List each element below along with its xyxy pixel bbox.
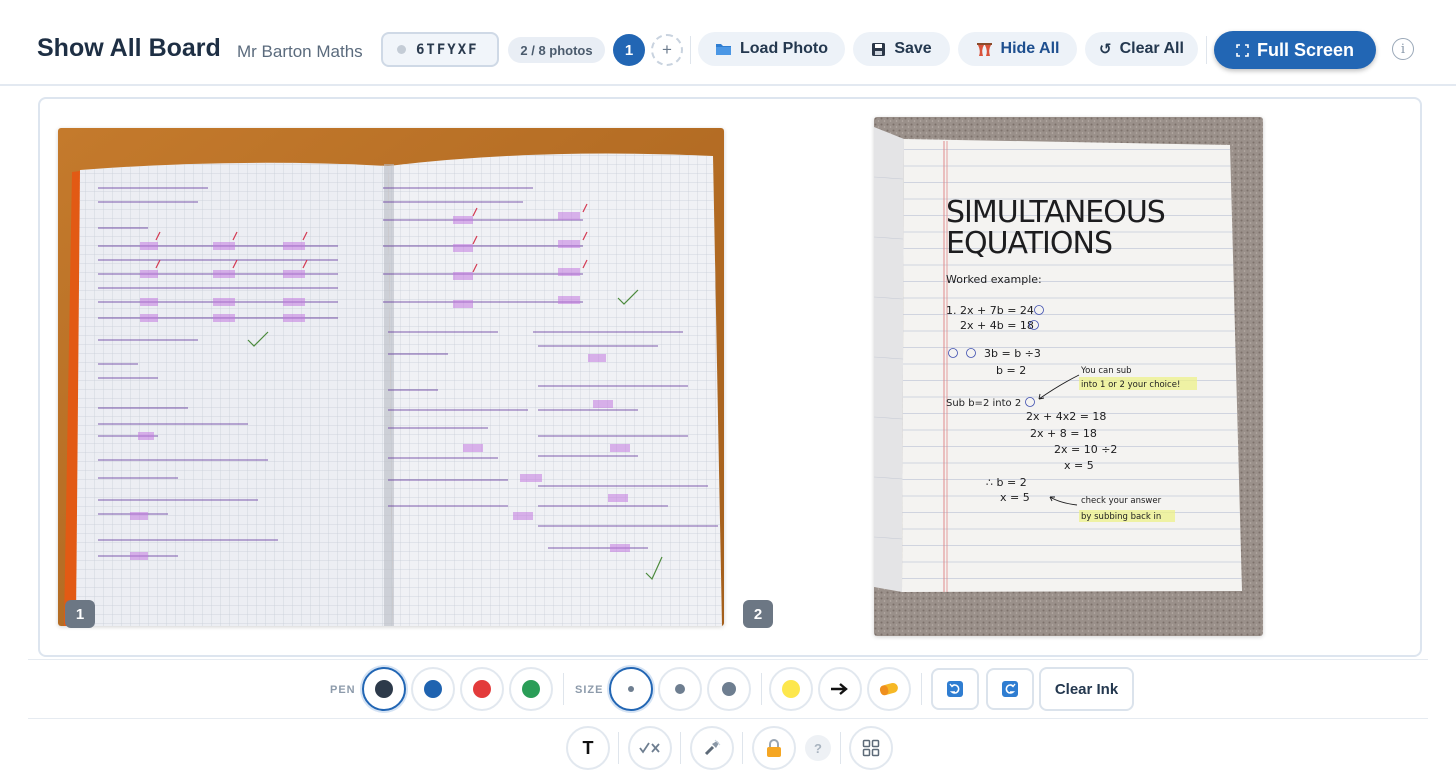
sub-label: Sub b=2 into 2 bbox=[946, 398, 1021, 409]
load-photo-label: Load Photo bbox=[740, 40, 828, 57]
working-2: 2x + 8 = 18 bbox=[1030, 427, 1097, 440]
working-3: 2x = 10 ÷2 bbox=[1054, 443, 1117, 456]
note-1-line-2: into 1 or 2 your choice! bbox=[1081, 380, 1180, 390]
step-1: 3b = b ÷3 bbox=[984, 347, 1041, 360]
photos-count-badge: 2 / 8 photos bbox=[508, 37, 605, 63]
step-2: b = 2 bbox=[996, 364, 1026, 377]
full-screen-label: Full Screen bbox=[1256, 39, 1355, 60]
simultaneous-equations-image: SIMULTANEOUS EQUATIONS Worked example: 1… bbox=[874, 117, 1263, 636]
top-header: Show All Board Mr Barton Maths 6TFYXF 2 … bbox=[0, 0, 1456, 86]
heading-equations: EQUATIONS bbox=[946, 226, 1112, 261]
equation-1: 1. 2x + 7b = 24 bbox=[946, 304, 1034, 317]
divider bbox=[840, 732, 841, 764]
grid-icon bbox=[862, 739, 880, 757]
small-dot-icon bbox=[628, 686, 634, 692]
equation-2: 2x + 4b = 18 bbox=[960, 319, 1034, 332]
page-title: Show All Board bbox=[37, 34, 221, 62]
answer-1: ∴ b = 2 bbox=[986, 476, 1027, 489]
session-code: 6TFYXF bbox=[416, 41, 479, 58]
spotlight-button[interactable] bbox=[690, 726, 734, 770]
pen-label: PEN bbox=[330, 684, 356, 696]
page-1-button[interactable]: 1 bbox=[613, 34, 645, 66]
large-dot-icon bbox=[722, 682, 736, 696]
working-1: 2x + 4x2 = 18 bbox=[1026, 410, 1106, 423]
highlighter-icon bbox=[782, 680, 800, 698]
curtain-icon bbox=[976, 42, 992, 56]
size-small[interactable] bbox=[609, 667, 653, 711]
photo-1-badge: 1 bbox=[65, 600, 95, 628]
blue-swatch bbox=[424, 680, 442, 698]
arrow-tool-button[interactable] bbox=[818, 667, 862, 711]
divider bbox=[28, 659, 1428, 660]
photo-2[interactable]: SIMULTANEOUS EQUATIONS Worked example: 1… bbox=[874, 117, 1263, 636]
status-dot-icon bbox=[397, 45, 406, 54]
size-medium[interactable] bbox=[658, 667, 702, 711]
note-1-line-1: You can sub bbox=[1080, 366, 1132, 376]
size-label: SIZE bbox=[575, 684, 604, 696]
mark-tool-button[interactable] bbox=[628, 726, 672, 770]
text-tool-button[interactable]: T bbox=[566, 726, 610, 770]
hide-all-button[interactable]: Hide All bbox=[958, 32, 1077, 66]
worked-example-label: Worked example: bbox=[946, 273, 1042, 286]
floppy-disk-icon bbox=[872, 42, 886, 56]
dark-swatch bbox=[375, 680, 393, 698]
load-photo-button[interactable]: Load Photo bbox=[698, 32, 845, 66]
divider bbox=[761, 673, 762, 705]
divider bbox=[742, 732, 743, 764]
save-button[interactable]: Save bbox=[853, 32, 950, 66]
clear-ink-button[interactable]: Clear Ink bbox=[1039, 667, 1134, 711]
photo-2-badge: 2 bbox=[743, 600, 773, 628]
pen-color-red[interactable] bbox=[460, 667, 504, 711]
tick-cross-icon bbox=[639, 742, 660, 754]
add-page-button[interactable]: + bbox=[651, 34, 683, 66]
clear-all-label: Clear All bbox=[1119, 40, 1184, 57]
pen-color-blue[interactable] bbox=[411, 667, 455, 711]
folder-icon bbox=[716, 44, 731, 55]
photo-1[interactable] bbox=[58, 128, 724, 626]
pen-color-dark[interactable] bbox=[362, 667, 406, 711]
medium-dot-icon bbox=[675, 684, 685, 694]
divider bbox=[1206, 36, 1207, 64]
clear-all-button[interactable]: ↺ Clear All bbox=[1085, 32, 1198, 66]
info-icon[interactable]: i bbox=[1392, 38, 1414, 60]
save-label: Save bbox=[894, 40, 932, 57]
pen-color-green[interactable] bbox=[509, 667, 553, 711]
divider bbox=[28, 718, 1428, 719]
highlighter-button[interactable] bbox=[769, 667, 813, 711]
expand-icon bbox=[1236, 43, 1249, 57]
divider bbox=[921, 673, 922, 705]
text-tool-icon: T bbox=[582, 737, 594, 758]
heading-simultaneous: SIMULTANEOUS bbox=[946, 195, 1165, 230]
arrow-icon bbox=[831, 683, 848, 695]
refresh-icon: ↺ bbox=[1099, 41, 1112, 58]
redo-icon bbox=[1002, 681, 1018, 697]
help-icon: ? bbox=[814, 740, 822, 756]
grid-button[interactable] bbox=[849, 726, 893, 770]
page-subtitle: Mr Barton Maths bbox=[237, 42, 363, 61]
lock-button[interactable] bbox=[752, 726, 796, 770]
eraser-button[interactable] bbox=[867, 667, 911, 711]
divider bbox=[618, 732, 619, 764]
full-screen-button[interactable]: Full Screen bbox=[1214, 31, 1376, 69]
working-4: x = 5 bbox=[1064, 459, 1094, 472]
note-2-line-1: check your answer bbox=[1081, 496, 1162, 506]
divider bbox=[680, 732, 681, 764]
note-2-line-2: by subbing back in bbox=[1081, 512, 1161, 522]
undo-button[interactable] bbox=[931, 668, 979, 710]
lock-icon bbox=[767, 739, 781, 757]
size-large[interactable] bbox=[707, 667, 751, 711]
exercise-book-image bbox=[58, 128, 724, 626]
green-swatch bbox=[522, 680, 540, 698]
session-code-box[interactable]: 6TFYXF bbox=[381, 32, 499, 67]
answer-2: x = 5 bbox=[1000, 491, 1030, 504]
flashlight-icon bbox=[704, 739, 721, 756]
hide-all-label: Hide All bbox=[1000, 40, 1060, 57]
eraser-icon bbox=[879, 682, 898, 696]
red-swatch bbox=[473, 680, 491, 698]
undo-icon bbox=[947, 681, 963, 697]
divider bbox=[690, 36, 691, 64]
redo-button[interactable] bbox=[986, 668, 1034, 710]
divider bbox=[563, 673, 564, 705]
help-button[interactable]: ? bbox=[805, 735, 831, 761]
